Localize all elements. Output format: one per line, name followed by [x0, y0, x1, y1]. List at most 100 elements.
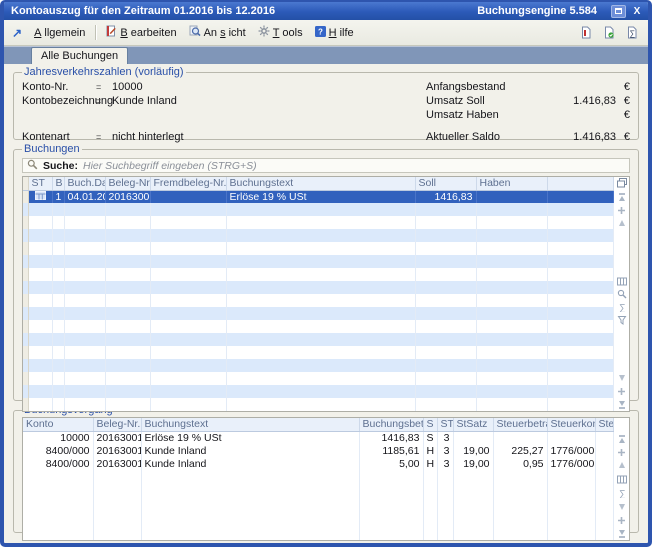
- col-header-st[interactable]: ST: [28, 177, 52, 190]
- menu-separator: [95, 25, 96, 40]
- menu-tools[interactable]: Tools: [252, 23, 309, 42]
- maximize-icon: [615, 8, 622, 14]
- tabstrip: Alle Buchungen: [4, 46, 648, 64]
- search-input[interactable]: Hier Suchbegriff eingeben (STRG+S): [83, 160, 257, 172]
- buchungen-table: ST B Buch.Dat. Beleg-Nr. Fremdbeleg-Nr. …: [22, 176, 630, 412]
- append-row-icon[interactable]: [616, 386, 627, 396]
- col-header-fremdbeleg-nr[interactable]: Fremdbeleg-Nr.: [150, 177, 226, 190]
- move-down-icon[interactable]: [616, 502, 627, 512]
- empty-row: [23, 294, 614, 307]
- menu-ansicht[interactable]: Ansicht: [183, 23, 252, 42]
- content-area: Jahresverkehrszahlen (vorläufig) Konto-N…: [4, 64, 648, 543]
- col-header-buchungstext[interactable]: Buchungstext: [226, 177, 415, 190]
- cell-buch-dat: 04.01.2016: [64, 190, 105, 203]
- report-icon[interactable]: [578, 26, 594, 40]
- help-icon: ?: [315, 26, 326, 40]
- menu-hilfe[interactable]: ? Hilfe: [309, 24, 360, 42]
- view-magnifier-icon: [189, 25, 201, 40]
- table-side-toolbar: ∑: [614, 418, 629, 540]
- export-check-icon[interactable]: [601, 26, 617, 40]
- buchungen-group: Buchungen Suche: Hier Suchbegriff eingeb…: [13, 143, 639, 401]
- insert-row-icon[interactable]: [616, 205, 627, 215]
- col-header-b[interactable]: B: [52, 177, 64, 190]
- window-title: Kontoauszug für den Zeitraum 01.2016 bis…: [11, 5, 477, 17]
- vorgang-row[interactable]: 8400/000 20163001 Kunde Inland 5,00 H 3 …: [23, 457, 614, 470]
- empty-row: [23, 307, 614, 320]
- titlebar: Kontoauszug für den Zeitraum 01.2016 bis…: [4, 2, 648, 20]
- jump-bottom-icon[interactable]: [616, 399, 627, 409]
- vorgang-row[interactable]: 8400/000 20163001 Kunde Inland 1185,61 H…: [23, 444, 614, 457]
- empty-row: [23, 203, 614, 216]
- col-header-buch-dat[interactable]: Buch.Dat.: [64, 177, 105, 190]
- cell-b: 1: [52, 190, 64, 203]
- field-aktueller-saldo: Aktueller Saldo1.416,83€: [426, 130, 630, 144]
- table-side-toolbar: ∑: [614, 177, 629, 411]
- col-header-stsatz[interactable]: StSatz: [453, 418, 493, 431]
- jump-top-icon[interactable]: [616, 434, 627, 444]
- col-header-soll[interactable]: Soll: [415, 177, 476, 190]
- svg-text:∑: ∑: [619, 303, 625, 313]
- col-header-haben[interactable]: Haben: [476, 177, 547, 190]
- copy-icon[interactable]: [616, 178, 627, 188]
- sum-icon[interactable]: ∑: [616, 488, 627, 498]
- empty-row: [23, 333, 614, 346]
- col-header-beleg-nr2[interactable]: Beleg-Nr.: [93, 418, 141, 431]
- search-label: Suche:: [43, 160, 78, 172]
- buchungen-legend: Buchungen: [22, 143, 82, 155]
- close-icon: X: [634, 6, 641, 17]
- insert-row-icon[interactable]: [616, 447, 627, 457]
- buchungen-header-row: ST B Buch.Dat. Beleg-Nr. Fremdbeleg-Nr. …: [23, 177, 614, 190]
- empty-row: [23, 372, 614, 385]
- empty-row: [23, 242, 614, 255]
- cell-fremdbeleg-nr: [150, 190, 226, 203]
- col-header-steuerkonto2[interactable]: Steuerkonto 2: [595, 418, 614, 431]
- menu-bearbeiten[interactable]: Bearbeiten: [100, 23, 182, 42]
- filter-icon[interactable]: [616, 315, 627, 325]
- move-up-icon[interactable]: [616, 218, 627, 228]
- col-header-buchungsbetrag[interactable]: Buchungsbetrag: [359, 418, 423, 431]
- vorgang-row[interactable]: 10000 20163001 Erlöse 19 % USt 1416,83 S…: [23, 431, 614, 444]
- jump-bottom-icon[interactable]: [616, 528, 627, 538]
- svg-text:∑: ∑: [630, 29, 636, 38]
- search-bar[interactable]: Suche: Hier Suchbegriff eingeben (STRG+S…: [22, 158, 630, 173]
- cell-haben: [476, 190, 547, 203]
- empty-row: [23, 398, 614, 411]
- jahresverkehrszahlen-legend: Jahresverkehrszahlen (vorläufig): [22, 66, 186, 78]
- col-header-buchungstext2[interactable]: Buchungstext: [141, 418, 359, 431]
- menubar: ↗ Allgemein Bearbeiten Ansicht Tools ? H…: [4, 20, 648, 46]
- app-name: Buchungsengine 5.584: [477, 5, 597, 17]
- field-anfangsbestand: Anfangsbestand€: [426, 80, 630, 94]
- empty-row: [23, 385, 614, 398]
- columns-icon[interactable]: [616, 475, 627, 485]
- edit-icon: [106, 25, 117, 40]
- columns-icon[interactable]: [616, 276, 627, 286]
- field-kontenart: Kontenart=nicht hinterlegt: [22, 130, 369, 144]
- col-header-s[interactable]: S: [423, 418, 437, 431]
- equals-glyph: =: [96, 96, 112, 106]
- field-kontobezeichnung: Kontobezeichnung=Kunde Inland: [22, 94, 369, 108]
- col-header-konto[interactable]: Konto: [23, 418, 93, 431]
- booking-row[interactable]: 1 04.01.2016 20163001 Erlöse 19 % USt 14…: [23, 190, 614, 203]
- move-down-icon[interactable]: [616, 373, 627, 383]
- col-header-steuerbetrag[interactable]: Steuerbetrag: [493, 418, 547, 431]
- empty-row: [23, 346, 614, 359]
- empty-row: [23, 268, 614, 281]
- append-row-icon[interactable]: [616, 515, 627, 525]
- cell-beleg-nr: 20163001: [105, 190, 150, 203]
- col-header-st2[interactable]: ST: [437, 418, 453, 431]
- field-umsatz-soll: Umsatz Soll1.416,83€: [426, 94, 630, 108]
- arrow-ne-icon[interactable]: ↗: [12, 26, 22, 40]
- close-button[interactable]: X: [631, 6, 643, 17]
- move-up-icon[interactable]: [616, 460, 627, 470]
- zoom-icon[interactable]: [616, 289, 627, 299]
- menu-allgemein[interactable]: Allgemein: [25, 25, 91, 41]
- col-header-steuerkonto1[interactable]: Steuerkonto 1: [547, 418, 595, 431]
- col-header-beleg-nr[interactable]: Beleg-Nr.: [105, 177, 150, 190]
- cell-buchungstext: Erlöse 19 % USt: [226, 190, 415, 203]
- maximize-button[interactable]: [611, 5, 626, 18]
- jump-top-icon[interactable]: [616, 192, 627, 202]
- sum-icon[interactable]: ∑: [616, 302, 627, 312]
- tab-alle-buchungen[interactable]: Alle Buchungen: [31, 47, 128, 64]
- export-sum-icon[interactable]: ∑: [624, 26, 640, 40]
- table-grid-icon: [35, 191, 46, 203]
